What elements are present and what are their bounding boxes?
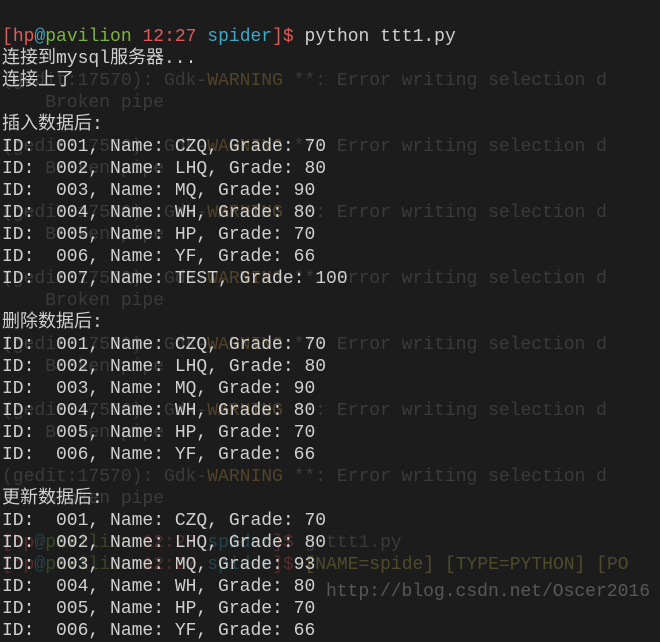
data-row: ID: 001, Name: CZQ, Grade: 70 <box>2 137 326 157</box>
data-row: ID: 005, Name: HP, Grade: 70 <box>2 423 315 443</box>
data-row: ID: 002, Name: LHQ, Grade: 80 <box>2 533 326 553</box>
prompt-dollar: $ <box>283 27 294 47</box>
prompt-user: hp <box>13 27 35 47</box>
data-row: ID: 003, Name: MQ, Grade: 90 <box>2 181 315 201</box>
data-row: ID: 006, Name: YF, Grade: 66 <box>2 247 315 267</box>
prompt-line[interactable]: [hp@pavilion 12:27 spider]$ python ttt1.… <box>2 27 456 47</box>
prompt-dir: spider <box>207 27 272 47</box>
data-row: ID: 005, Name: HP, Grade: 70 <box>2 599 315 619</box>
data-row: ID: 002, Name: LHQ, Grade: 80 <box>2 357 326 377</box>
data-row: ID: 002, Name: LHQ, Grade: 80 <box>2 159 326 179</box>
data-row: ID: 001, Name: CZQ, Grade: 70 <box>2 511 326 531</box>
terminal-output: [hp@pavilion 12:27 spider]$ python ttt1.… <box>2 4 456 642</box>
data-row: ID: 003, Name: MQ, Grade: 90 <box>2 379 315 399</box>
prompt-at: @ <box>34 27 45 47</box>
section-title-update: 更新数据后: <box>2 489 103 509</box>
connect-msg: 连接到mysql服务器... <box>2 49 196 69</box>
section-title-insert: 插入数据后: <box>2 115 103 135</box>
data-row: ID: 005, Name: HP, Grade: 70 <box>2 225 315 245</box>
data-row: ID: 003, Name: MQ, Grade: 93 <box>2 555 315 575</box>
data-row: ID: 006, Name: YF, Grade: 66 <box>2 445 315 465</box>
section-title-delete: 删除数据后: <box>2 313 103 333</box>
data-row: ID: 001, Name: CZQ, Grade: 70 <box>2 335 326 355</box>
prompt-host: pavilion <box>45 27 131 47</box>
data-row: ID: 007, Name: TEST, Grade: 100 <box>2 269 348 289</box>
data-row: ID: 004, Name: WH, Grade: 80 <box>2 577 315 597</box>
data-row: ID: 004, Name: WH, Grade: 80 <box>2 203 315 223</box>
prompt-close-bracket: ] <box>272 27 283 47</box>
prompt-open-bracket: [ <box>2 27 13 47</box>
prompt-time: 12:27 <box>142 27 196 47</box>
data-row: ID: 006, Name: YF, Grade: 66 <box>2 621 315 641</box>
connected-msg: 连接上了 <box>2 71 74 91</box>
data-row: ID: 004, Name: WH, Grade: 80 <box>2 401 315 421</box>
command-text: python ttt1.py <box>305 27 456 47</box>
